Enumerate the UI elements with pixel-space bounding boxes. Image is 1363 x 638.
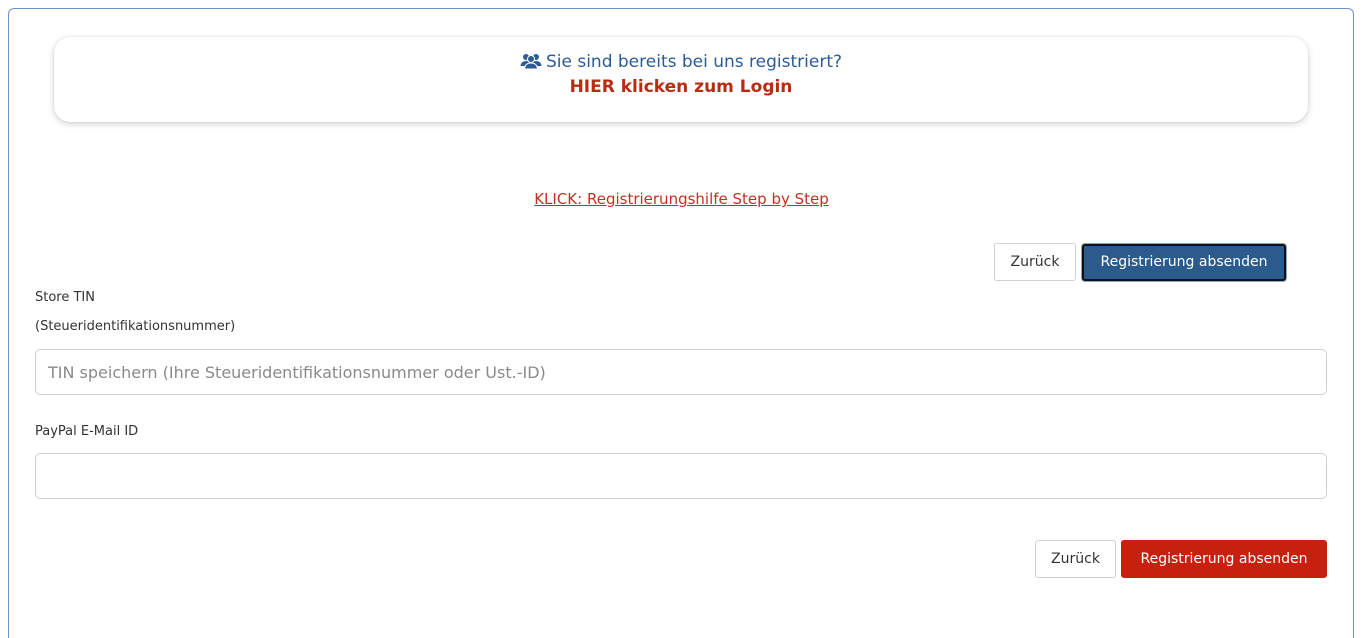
login-link[interactable]: HIER klicken zum Login xyxy=(54,76,1308,98)
paypal-email-label: PayPal E-Mail ID xyxy=(35,424,139,439)
login-question-text: Sie sind bereits bei uns registriert? xyxy=(545,52,843,72)
registration-help-link[interactable]: KLICK: Registrierungshilfe Step by Step xyxy=(0,190,1363,208)
users-icon xyxy=(520,53,542,75)
tin-sublabel: (Steueridentifikationsnummer) xyxy=(35,319,236,334)
submit-registration-button-top[interactable]: Registrierung absenden xyxy=(1082,244,1286,281)
back-button-bottom[interactable]: Zurück xyxy=(1035,540,1116,578)
paypal-email-input[interactable] xyxy=(35,453,1327,499)
back-button-top[interactable]: Zurück xyxy=(994,243,1076,281)
tin-input[interactable] xyxy=(35,349,1327,395)
tin-label: Store TIN xyxy=(35,290,95,305)
submit-registration-button-bottom[interactable]: Registrierung absenden xyxy=(1121,540,1327,578)
login-banner: Sie sind bereits bei uns registriert? HI… xyxy=(54,37,1308,122)
login-question: Sie sind bereits bei uns registriert? xyxy=(54,51,1308,75)
